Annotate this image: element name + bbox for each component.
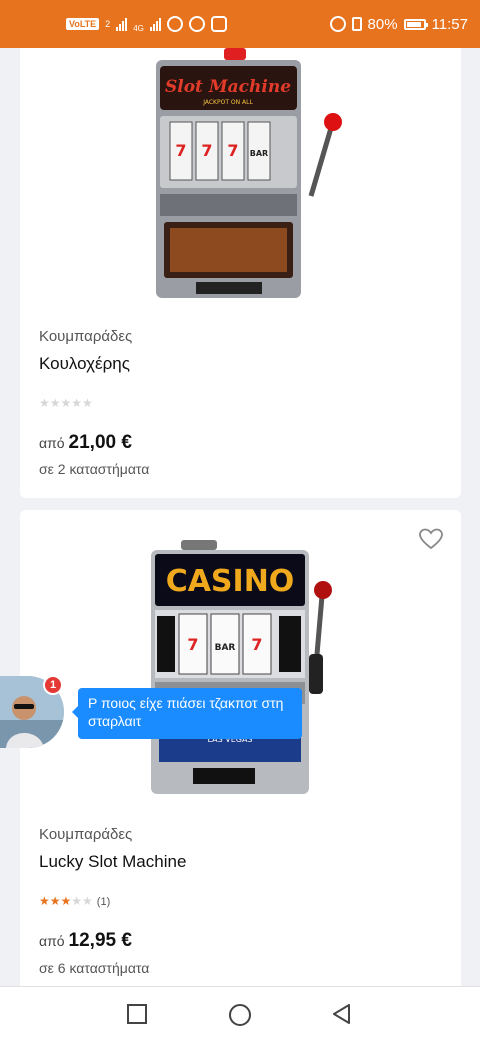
alarm-icon [329,16,346,32]
product-category: Κουμπαράδες [39,826,133,843]
price-line: από 21,00 € [39,432,132,454]
product-category: Κουμπαράδες [39,328,133,345]
clock: 11:57 [431,15,468,33]
network-gen: 4G [133,23,144,33]
price: 12,95 € [68,930,132,951]
signal-icon-2 [149,17,161,31]
image-logo-text: CASINO [165,564,294,599]
svg-text:7: 7 [175,141,186,160]
battery-icon [403,18,428,30]
sim-badge: 2 [105,19,111,29]
price-line: από 12,95 € [39,930,132,952]
svg-text:BAR: BAR [214,643,235,653]
image-logo-text: Slot Machine [164,77,290,97]
svg-text:7: 7 [251,635,262,654]
hotspot-icon [166,16,183,32]
price-prefix: από [39,933,65,949]
price: 21,00 € [68,432,132,453]
price-prefix: από [39,435,65,451]
review-count[interactable]: (1) [97,896,110,908]
messenger-icon [188,16,205,32]
notification-icon [210,16,227,32]
recents-square-icon[interactable] [126,1003,148,1025]
chat-message-preview[interactable]: Ρ ποιος είχε πιάσει τζακποτ στη σταρλαιτ [72,688,302,739]
product-card[interactable]: Slot Machine JACKPOT ON ALL 7 7 7 BAR Κο… [20,20,461,498]
stores-count[interactable]: σε 6 καταστήματα [39,960,149,976]
svg-text:7: 7 [201,141,212,160]
svg-text:7: 7 [227,141,238,160]
battery-percent: 80% [367,15,398,33]
home-circle-icon[interactable] [228,1003,252,1027]
rating-stars: ★★★★★ (1) [39,894,111,908]
rating-stars: ★★★★★ [39,396,93,410]
vibrate-icon [351,17,362,31]
product-image[interactable]: CASINO 7 BAR 7 LAS VEGAS [141,536,341,798]
back-triangle-icon[interactable] [331,1003,353,1025]
status-left: VoLTE 2 4G [66,16,227,33]
stores-count[interactable]: σε 2 καταστήματα [39,461,149,477]
system-nav-bar [0,986,480,1040]
product-card[interactable]: CASINO 7 BAR 7 LAS VEGAS Κουμπαράδες Luc… [20,510,461,990]
status-bar: VoLTE 2 4G 80% 11:57 [0,0,480,48]
chat-notification-badge: 1 [43,675,63,695]
svg-text:7: 7 [187,635,198,654]
product-title[interactable]: Lucky Slot Machine [39,852,186,872]
image-subtext: JACKPOT ON ALL [202,99,253,106]
signal-icon [116,17,128,31]
volte-badge: VoLTE [66,18,100,30]
product-title[interactable]: Κουλοχέρης [39,354,130,374]
product-image[interactable]: Slot Machine JACKPOT ON ALL 7 7 7 BAR [136,46,346,298]
svg-text:BAR: BAR [249,149,267,158]
status-right: 80% 11:57 [329,15,468,33]
favorite-heart-icon[interactable] [419,528,443,550]
